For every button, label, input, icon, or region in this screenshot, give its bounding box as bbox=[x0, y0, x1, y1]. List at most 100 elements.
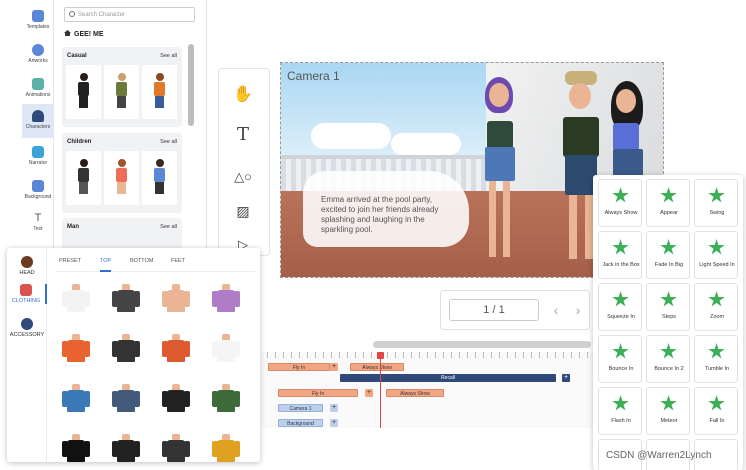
animation-option[interactable]: Steps bbox=[646, 283, 690, 331]
shirt-option[interactable] bbox=[212, 434, 240, 466]
animation-option[interactable]: Bounce In bbox=[598, 335, 642, 383]
rail-item-artworks[interactable]: Artworks bbox=[22, 38, 54, 72]
shirt-option[interactable] bbox=[162, 334, 190, 366]
rail-label: Artworks bbox=[28, 58, 48, 64]
chevron-right-icon[interactable]: › bbox=[567, 299, 589, 321]
animation-option[interactable]: Light Speed In bbox=[694, 231, 738, 279]
character-emma[interactable] bbox=[479, 77, 525, 267]
animation-option[interactable]: Always Show bbox=[598, 179, 642, 227]
image-tool-icon[interactable]: ▨ bbox=[231, 199, 255, 223]
tab-bottom[interactable]: BOTTOM bbox=[130, 258, 153, 272]
animation-option[interactable]: Jack in the Box bbox=[598, 231, 642, 279]
animation-label: Steps bbox=[661, 314, 677, 320]
star-icon bbox=[660, 187, 677, 203]
playhead[interactable] bbox=[380, 352, 381, 428]
add-icon[interactable]: + bbox=[365, 389, 373, 397]
search-input[interactable]: Search Character bbox=[64, 7, 195, 22]
shirt-option[interactable] bbox=[162, 434, 190, 466]
character-thumb[interactable] bbox=[104, 65, 139, 119]
timeline-bar[interactable]: Fly In bbox=[278, 389, 358, 397]
clothing-panel: HEAD CLOTHING ACCESSORY PRESET TOP BOTTO… bbox=[7, 248, 260, 462]
artworks-icon bbox=[32, 44, 44, 56]
timeline-bar[interactable]: Always Show bbox=[350, 363, 404, 371]
see-all-link[interactable]: See all bbox=[160, 139, 177, 145]
animation-option[interactable]: Fade In Big bbox=[646, 231, 690, 279]
animation-option[interactable]: Flash In bbox=[598, 387, 642, 435]
brand-row[interactable]: GEE! ME bbox=[64, 30, 104, 38]
brand-label: GEE! ME bbox=[74, 31, 104, 38]
animation-option[interactable]: Squeeze In bbox=[598, 283, 642, 331]
character-thumb[interactable] bbox=[142, 65, 177, 119]
timeline-bar[interactable]: Fly In bbox=[268, 363, 330, 371]
animation-label: Squeeze In bbox=[607, 314, 635, 320]
see-all-link[interactable]: See all bbox=[160, 224, 177, 230]
chevron-left-icon[interactable]: ‹ bbox=[545, 299, 567, 321]
rail-item-characters[interactable]: Characters bbox=[22, 104, 54, 138]
character-figure bbox=[116, 159, 127, 197]
hand-tool-icon[interactable]: ✋ bbox=[231, 83, 255, 107]
timeline-bar[interactable]: Background bbox=[278, 419, 323, 427]
animation-option[interactable]: Bounce In 2 bbox=[646, 335, 690, 383]
add-icon[interactable]: + bbox=[562, 374, 570, 382]
character-thumb[interactable] bbox=[66, 151, 101, 205]
star-icon bbox=[612, 239, 629, 255]
see-all-link[interactable]: See all bbox=[160, 53, 177, 59]
star-icon bbox=[612, 187, 629, 203]
shirt-option[interactable] bbox=[62, 384, 90, 416]
character-thumb[interactable] bbox=[142, 151, 177, 205]
rail-item-narrator[interactable]: Narrator bbox=[22, 140, 54, 174]
shirt-option[interactable] bbox=[112, 434, 140, 466]
star-icon bbox=[660, 239, 677, 255]
shirt-option[interactable] bbox=[112, 384, 140, 416]
shirt-option[interactable] bbox=[62, 284, 90, 316]
sidebar-item-clothing[interactable]: CLOTHING bbox=[7, 284, 47, 304]
animation-option[interactable]: Meteor bbox=[646, 387, 690, 435]
animation-label: Zoom bbox=[709, 314, 725, 320]
text-icon: T bbox=[34, 212, 42, 224]
animation-option[interactable]: Appear bbox=[646, 179, 690, 227]
tab-preset[interactable]: PRESET bbox=[59, 258, 81, 272]
timeline-bar[interactable]: Camera 1 bbox=[278, 404, 323, 412]
animation-option[interactable]: Tumble In bbox=[694, 335, 738, 383]
narrator-icon bbox=[32, 146, 44, 158]
timeline-bar[interactable]: Recall bbox=[340, 374, 556, 382]
shirt-option[interactable] bbox=[212, 334, 240, 366]
animation-label: Bounce In 2 bbox=[654, 366, 684, 372]
templates-icon bbox=[32, 10, 44, 22]
shapes-tool-icon[interactable]: △○ bbox=[231, 165, 255, 189]
rail-item-templates[interactable]: Templates bbox=[22, 4, 54, 38]
sidebar-item-accessory[interactable]: ACCESSORY bbox=[7, 318, 47, 338]
timeline-ruler[interactable] bbox=[267, 352, 592, 358]
add-icon[interactable]: + bbox=[330, 363, 338, 371]
category-casual: Casual See all bbox=[62, 47, 182, 127]
animation-option[interactable]: Fall In bbox=[694, 387, 738, 435]
shirt-option[interactable] bbox=[212, 284, 240, 316]
scrollbar[interactable] bbox=[188, 44, 194, 126]
shirt-option[interactable] bbox=[212, 384, 240, 416]
home-icon bbox=[64, 30, 71, 36]
timeline-bar[interactable]: Always Show bbox=[386, 389, 444, 397]
text-tool-icon[interactable]: T bbox=[231, 123, 255, 147]
animation-option[interactable]: Zoom bbox=[694, 283, 738, 331]
shirt-option[interactable] bbox=[62, 434, 90, 466]
add-icon[interactable]: + bbox=[330, 419, 338, 427]
rail-item-animations[interactable]: Animations bbox=[22, 72, 54, 106]
shirt-option[interactable] bbox=[112, 334, 140, 366]
shirt-option[interactable] bbox=[162, 284, 190, 316]
add-icon[interactable]: + bbox=[330, 404, 338, 412]
animation-option[interactable]: Swing bbox=[694, 179, 738, 227]
rail-item-text[interactable]: T Text bbox=[22, 206, 54, 240]
shirt-option[interactable] bbox=[112, 284, 140, 316]
character-thumb[interactable] bbox=[104, 151, 139, 205]
animation-label: Appear bbox=[660, 210, 678, 216]
tab-feet[interactable]: FEET bbox=[171, 258, 185, 272]
playhead-handle[interactable] bbox=[377, 352, 384, 359]
horizontal-scrollbar[interactable] bbox=[373, 341, 591, 348]
shirt-option[interactable] bbox=[62, 334, 90, 366]
page-number[interactable]: 1 / 1 bbox=[449, 299, 539, 321]
shirt-option[interactable] bbox=[162, 384, 190, 416]
character-thumb[interactable] bbox=[66, 65, 101, 119]
sidebar-item-head[interactable]: HEAD bbox=[7, 256, 47, 276]
tab-top[interactable]: TOP bbox=[100, 258, 112, 272]
rail-item-background[interactable]: Background bbox=[22, 174, 54, 208]
